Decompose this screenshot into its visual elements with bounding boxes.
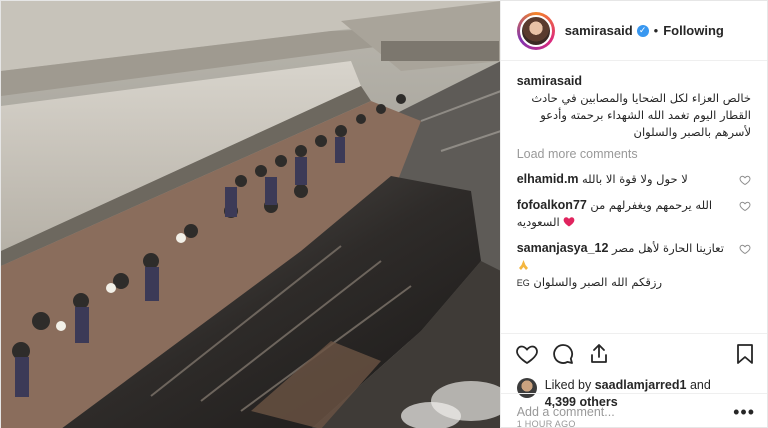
comment-item: fofoalkon77 الله يرحمهم ويغفرلهم من السع… — [517, 197, 751, 231]
following-button[interactable]: Following — [663, 23, 724, 38]
add-comment-input[interactable]: Add a comment... — [517, 405, 733, 419]
comment-like-heart-icon[interactable] — [739, 200, 751, 212]
comments-section: samirasaid خالص العزاء لكل الضحايا والمص… — [501, 61, 767, 333]
bookmark-icon[interactable] — [733, 342, 757, 366]
add-comment-bar: Add a comment... ••• — [500, 393, 767, 428]
separator-dot: • — [653, 23, 659, 38]
comment-username[interactable]: fofoalkon77 — [517, 198, 587, 212]
comment-username[interactable]: samanjasya_12 — [517, 241, 609, 255]
caption-username[interactable]: samirasaid — [517, 73, 751, 90]
post-header: samirasaid ✓ • Following — [500, 1, 767, 61]
train-fire-photo — [1, 1, 500, 428]
first-liker-link[interactable]: saadlamjarred1 — [595, 378, 687, 392]
caption: samirasaid خالص العزاء لكل الضحايا والمص… — [517, 73, 751, 141]
flag-emoji-label: EG — [516, 278, 530, 288]
avatar[interactable] — [519, 14, 552, 47]
comment-item: elhamid.m لا حول ولا قوة الا بالله — [517, 171, 751, 188]
comment-item: samanjasya_12 تعازينا الحارة لأهل مصر رز… — [517, 240, 751, 292]
comment-like-heart-icon[interactable] — [739, 243, 751, 255]
comment-like-heart-icon[interactable] — [739, 174, 751, 186]
likes-joiner: and — [686, 378, 711, 392]
red-heart-emoji-icon — [563, 217, 575, 227]
heart-outline-icon[interactable] — [515, 342, 539, 366]
load-more-comments-button[interactable]: Load more comments — [517, 147, 751, 161]
comment-text: لا حول ولا قوة الا بالله — [582, 172, 688, 186]
username[interactable]: samirasaid — [565, 23, 633, 38]
comment-text: الله يرحمهم ويغفرلهم من — [590, 198, 713, 212]
verified-badge-icon: ✓ — [636, 24, 649, 37]
instagram-post: samirasaid ✓ • Following samirasaid خالص… — [0, 0, 768, 428]
caption-text: خالص العزاء لكل الضحايا والمصابين في حاد… — [531, 91, 751, 139]
comment-text-line2: رزقكم الله الصبر والسلوان EG — [517, 274, 731, 292]
comment-username[interactable]: elhamid.m — [517, 172, 579, 186]
likes-prefix: Liked by — [544, 378, 595, 392]
comment-text: تعازينا الحارة لأهل مصر — [611, 241, 724, 255]
comment-text-line2: السعوديه — [517, 214, 731, 231]
praying-hands-emoji-icon — [518, 260, 528, 270]
comment-text-2: رزقكم الله الصبر والسلوان — [533, 275, 663, 289]
profile-avatar-ring[interactable] — [516, 11, 555, 50]
share-icon[interactable] — [587, 342, 611, 366]
post-sidebar: samirasaid ✓ • Following samirasaid خالص… — [499, 1, 767, 428]
comment-bubble-icon[interactable] — [551, 342, 575, 366]
more-options-icon[interactable]: ••• — [733, 403, 755, 421]
post-photo[interactable] — [1, 1, 500, 428]
comment-text-2: السعوديه — [516, 215, 560, 229]
post-actions — [500, 333, 767, 373]
